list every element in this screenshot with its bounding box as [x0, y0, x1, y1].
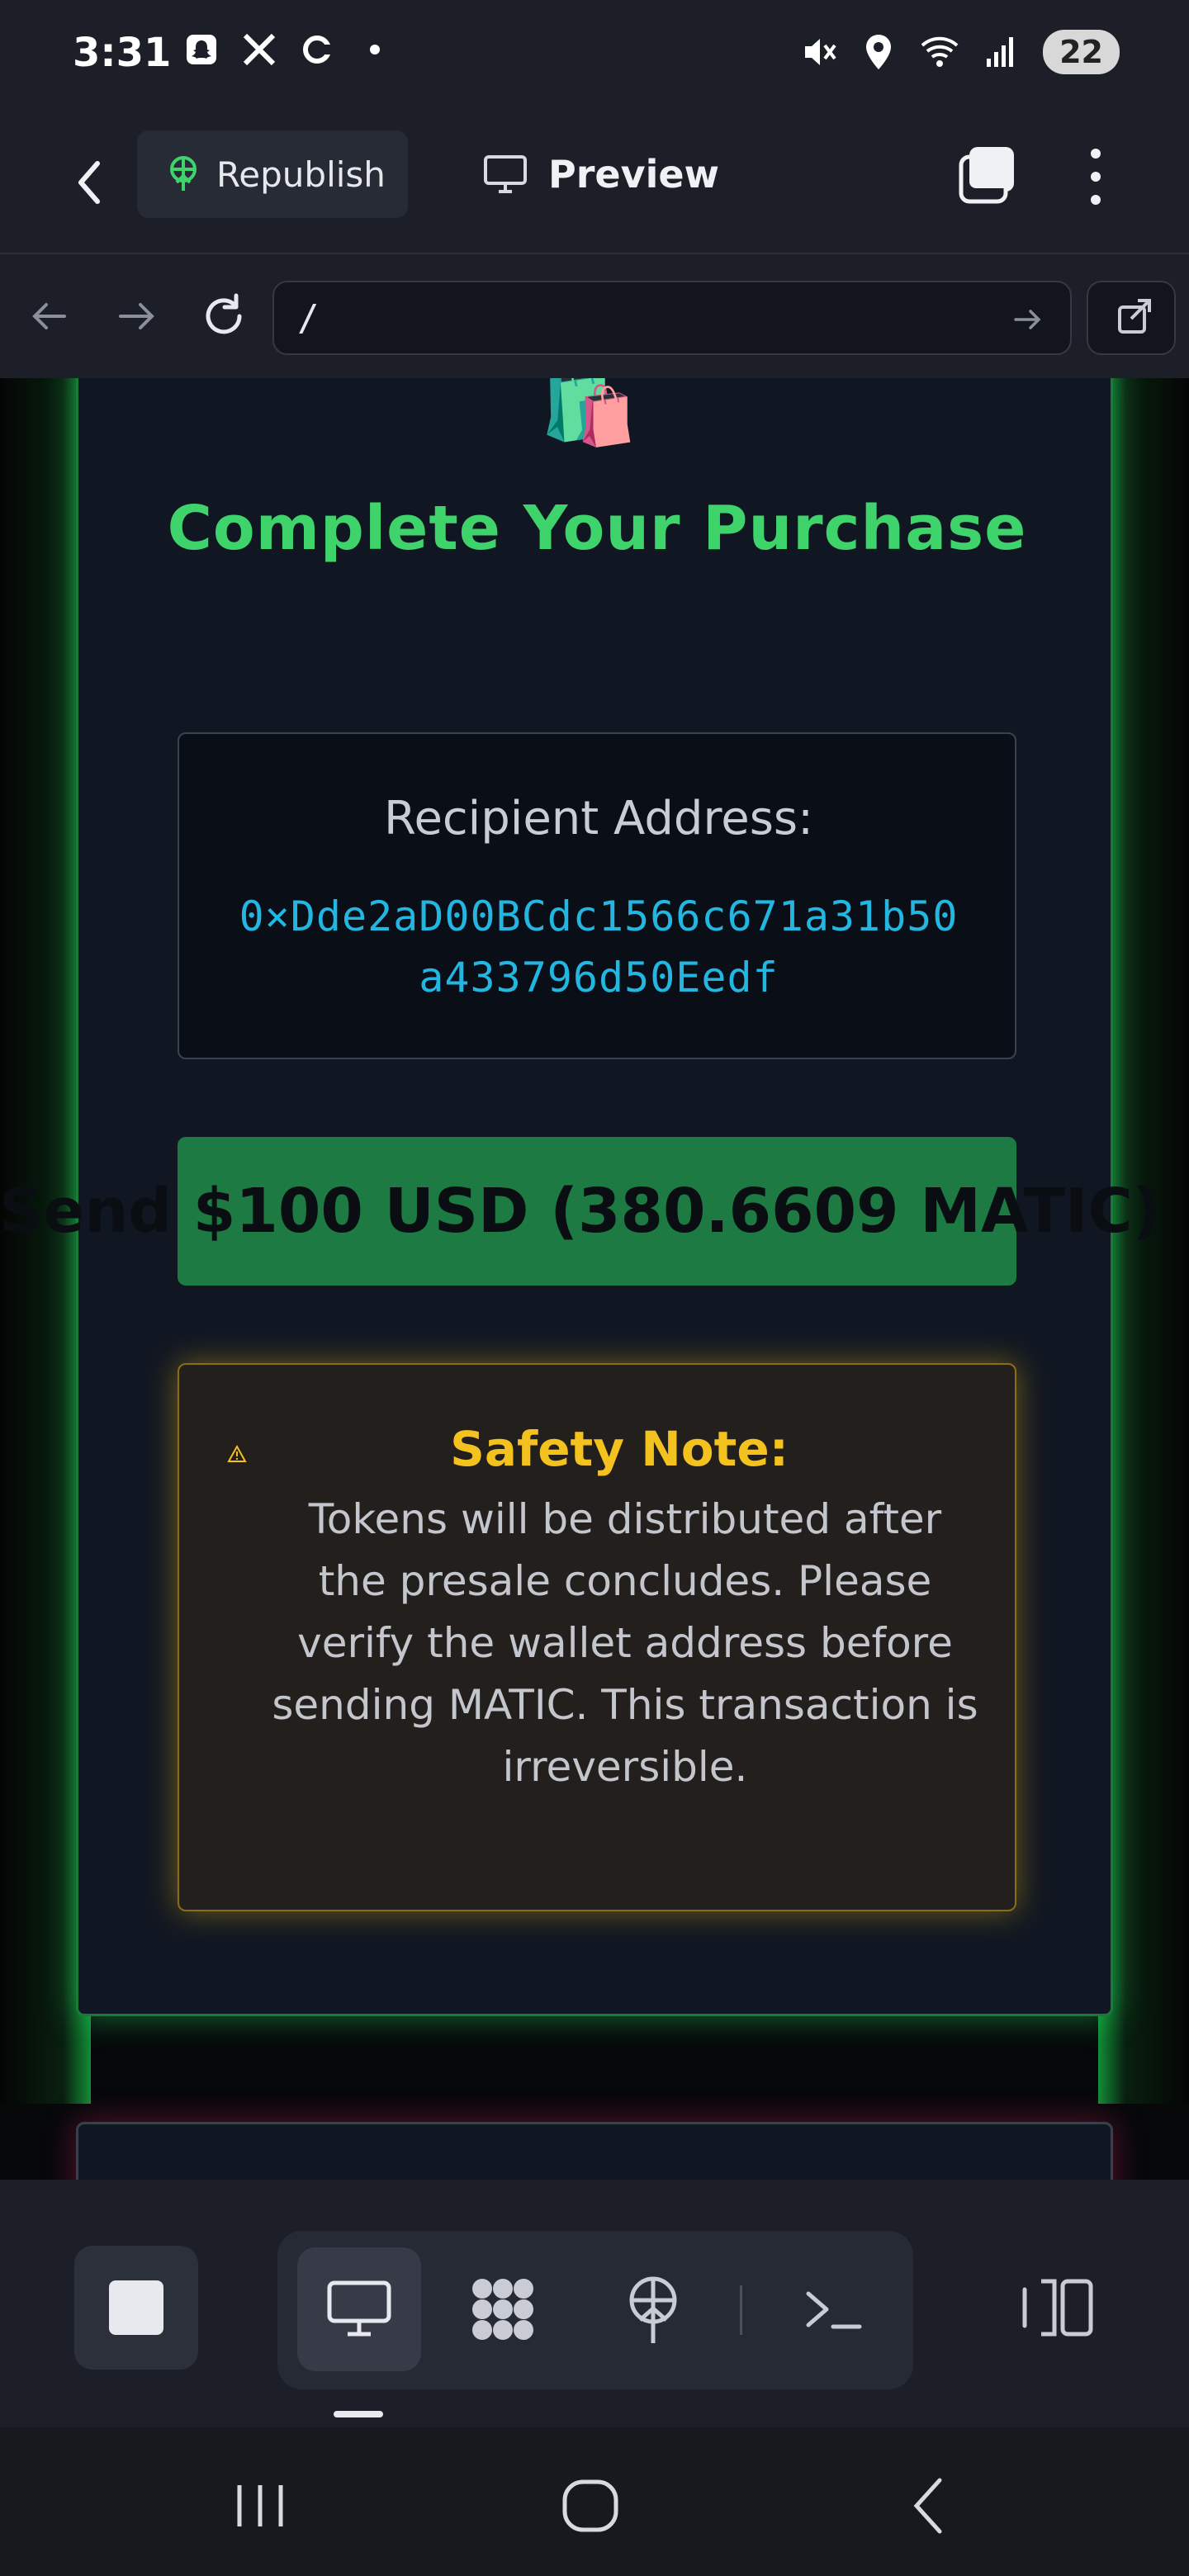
- home-button[interactable]: [553, 2469, 628, 2543]
- next-card: [76, 2122, 1113, 2180]
- url-row: /: [0, 254, 1189, 378]
- location-icon: [866, 35, 892, 69]
- status-right-icons: 22: [800, 30, 1120, 74]
- deploy-icon: [629, 2276, 677, 2343]
- status-bar: 3:31 22: [0, 0, 1189, 112]
- open-external-button[interactable]: [1087, 281, 1176, 355]
- home-icon: [562, 2479, 618, 2532]
- app-toolbar: Republish Preview: [0, 112, 1189, 254]
- external-link-icon: [1118, 299, 1151, 334]
- safety-body: Tokens will be distributed after the pre…: [272, 1495, 978, 1791]
- tabs-button[interactable]: [956, 144, 1019, 206]
- c-icon: [299, 31, 335, 68]
- sidebar-panel-icon: [1022, 2279, 1093, 2337]
- back-button[interactable]: [58, 145, 117, 220]
- stop-icon: [109, 2280, 163, 2335]
- status-left-icons: [183, 31, 393, 68]
- tab-agent[interactable]: [441, 2247, 565, 2371]
- wifi-icon: [921, 36, 959, 67]
- more-options-button[interactable]: [1073, 142, 1118, 211]
- recipient-address-box: Recipient Address: 0×Dde2aD00BCdc1566c67…: [178, 732, 1016, 1059]
- deploy-icon: [170, 156, 197, 191]
- republish-label: Republish: [216, 154, 386, 195]
- signal-icon: [987, 37, 1014, 67]
- preview-tab[interactable]: Preview: [482, 130, 719, 218]
- dot-icon: [357, 31, 393, 68]
- screen: 3:31 22 Republish Preview / 🛍️ Complete …: [0, 0, 1189, 2576]
- panel-toggle-button[interactable]: [996, 2246, 1120, 2370]
- agent-icon: [472, 2279, 533, 2340]
- arrow-left-icon: [32, 303, 66, 329]
- send-button-label: Send $100 USD (380.6609 MATIC): [0, 1176, 1161, 1247]
- more-vertical-icon: [1091, 149, 1101, 205]
- mute-icon: [805, 39, 836, 65]
- purchase-card: 🛍️ Complete Your Purchase Recipient Addr…: [0, 378, 1161, 2016]
- recipient-address[interactable]: 0×Dde2aD00BCdc1566c671a31b50a433796d50Ee…: [179, 886, 1018, 1008]
- system-nav-bar: [0, 2427, 1189, 2576]
- reload-icon: [206, 293, 242, 334]
- system-back-button[interactable]: [892, 2469, 966, 2543]
- snapchat-icon: [183, 31, 220, 68]
- x-icon: [241, 31, 277, 68]
- purchase-title: Complete Your Purchase: [167, 493, 1027, 564]
- tabs-icon: [959, 147, 1014, 204]
- url-input[interactable]: /: [272, 281, 1072, 355]
- shopping-bags-icon: 🛍️: [539, 378, 638, 450]
- back-icon: [913, 2478, 942, 2534]
- monitor-icon: [484, 155, 527, 193]
- republish-button[interactable]: Republish: [137, 130, 408, 218]
- tab-shell[interactable]: [771, 2247, 895, 2371]
- pane-tab-group: [277, 2231, 913, 2389]
- browser-back-button[interactable]: [23, 289, 78, 343]
- active-tab-indicator: [334, 2411, 383, 2417]
- recents-button[interactable]: [223, 2469, 297, 2543]
- bottom-toolbar: [0, 2180, 1189, 2427]
- reload-button[interactable]: [197, 289, 251, 343]
- recents-icon: [237, 2485, 283, 2526]
- web-preview: 🛍️ Complete Your Purchase Recipient Addr…: [0, 378, 1189, 2180]
- status-time: 3:31: [73, 30, 172, 76]
- tab-preview[interactable]: [297, 2247, 421, 2371]
- arrow-right-icon: [119, 303, 154, 329]
- browser-forward-button[interactable]: [109, 289, 163, 343]
- monitor-icon: [327, 2280, 391, 2337]
- chevron-left-icon: [78, 161, 100, 204]
- battery-indicator: 22: [1043, 30, 1120, 74]
- url-text: /: [297, 297, 320, 339]
- terminal-icon: [806, 2291, 862, 2329]
- recipient-address-text: 0×Dde2aD00BCdc1566c671a31b50a433796d50Ee…: [239, 893, 959, 1002]
- preview-label: Preview: [548, 152, 720, 197]
- safety-note: Safety Note: Tokens will be distributed …: [178, 1363, 1016, 1911]
- recipient-label: Recipient Address:: [384, 792, 813, 845]
- stop-button[interactable]: [74, 2246, 198, 2370]
- tab-separator: [740, 2285, 742, 2335]
- go-arrow-icon[interactable]: [1009, 301, 1047, 339]
- safety-title: Safety Note:: [450, 1421, 789, 1477]
- tab-deployments[interactable]: [591, 2247, 715, 2371]
